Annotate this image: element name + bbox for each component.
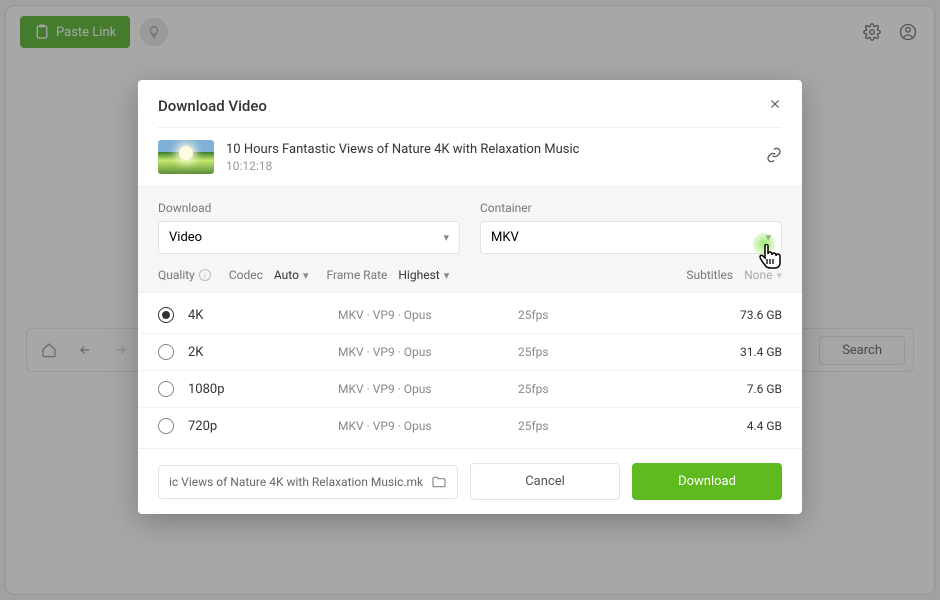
quality-row[interactable]: 4K MKV · VP9 · Opus 25fps 73.6 GB (138, 297, 802, 334)
info-icon[interactable]: i (199, 269, 211, 281)
quality-list: 4K MKV · VP9 · Opus 25fps 73.6 GB 2K MKV… (138, 293, 802, 448)
radio[interactable] (158, 418, 174, 434)
subtitles-select[interactable]: Subtitles None ▾ (686, 268, 782, 282)
download-modal: Download Video 10 Hours Fantastic Views … (138, 80, 802, 514)
quality-row[interactable]: 720p MKV · VP9 · Opus 25fps 4.4 GB (138, 408, 802, 444)
close-button[interactable] (768, 96, 782, 115)
folder-icon (431, 474, 447, 490)
download-button[interactable]: Download (632, 463, 782, 500)
cancel-button[interactable]: Cancel (470, 463, 620, 500)
chevron-down-icon: ▾ (443, 231, 449, 244)
save-location-field[interactable]: ic Views of Nature 4K with Relaxation Mu… (158, 465, 458, 499)
codec-select[interactable]: Codec Auto ▾ (229, 268, 309, 282)
quality-label: Quality (158, 268, 195, 282)
radio[interactable] (158, 381, 174, 397)
download-type-value: Video (169, 230, 202, 245)
chevron-down-icon: ▾ (444, 269, 450, 282)
click-indicator (752, 232, 776, 256)
video-thumbnail (158, 140, 214, 174)
radio[interactable] (158, 344, 174, 360)
video-duration: 10:12:18 (226, 159, 579, 173)
filename-text: ic Views of Nature 4K with Relaxation Mu… (169, 475, 423, 489)
modal-title: Download Video (158, 97, 267, 115)
chevron-down-icon: ▾ (776, 269, 782, 282)
download-type-select[interactable]: Video ▾ (158, 221, 460, 254)
close-icon (768, 97, 782, 111)
framerate-select[interactable]: Frame Rate Highest ▾ (326, 268, 449, 282)
chevron-down-icon: ▾ (303, 269, 309, 282)
link-icon (766, 147, 782, 163)
container-label: Container (480, 201, 782, 215)
quality-row[interactable]: 2K MKV · VP9 · Opus 25fps 31.4 GB (138, 334, 802, 371)
download-type-label: Download (158, 201, 460, 215)
video-info-row: 10 Hours Fantastic Views of Nature 4K wi… (138, 128, 802, 186)
radio-selected[interactable] (158, 307, 174, 323)
quality-row[interactable]: 1080p MKV · VP9 · Opus 25fps 7.6 GB (138, 371, 802, 408)
copy-link-button[interactable] (766, 147, 782, 167)
video-title: 10 Hours Fantastic Views of Nature 4K wi… (226, 142, 579, 157)
container-value: MKV (491, 230, 519, 245)
container-select[interactable]: MKV ▾ (480, 221, 782, 254)
